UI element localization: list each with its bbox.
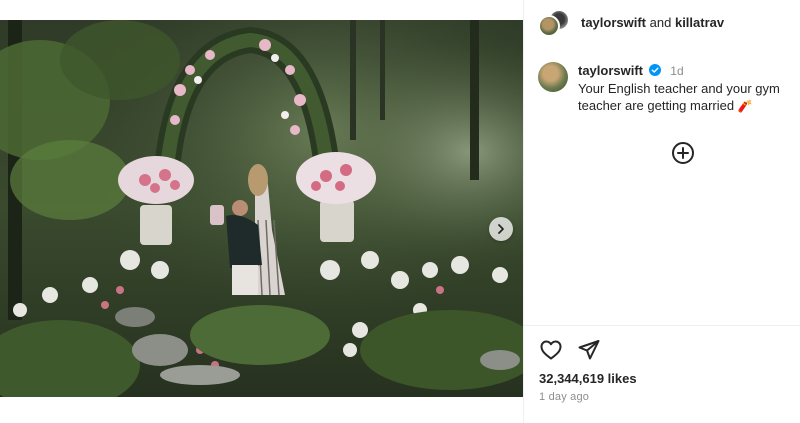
- share-button[interactable]: [576, 337, 602, 363]
- caption-username[interactable]: taylorswift: [578, 63, 643, 78]
- caption-text: Your English teacher and your gym teache…: [578, 80, 793, 115]
- actions-divider: [524, 325, 800, 326]
- like-button[interactable]: [538, 337, 564, 363]
- firecracker-emoji: 🧨: [737, 99, 753, 113]
- caption: taylorswift 1d Your English teacher and …: [538, 62, 793, 115]
- chevron-right-icon: [498, 224, 504, 234]
- collab-avatars[interactable]: [538, 5, 570, 39]
- verified-badge-icon: [648, 64, 661, 76]
- post-header: taylorswift and killatrav: [524, 0, 800, 44]
- caption-avatar[interactable]: [538, 62, 568, 92]
- heart-icon: [540, 340, 562, 360]
- caption-time[interactable]: 1d: [670, 64, 683, 78]
- header-joiner: and: [649, 14, 672, 30]
- next-photo-button[interactable]: [489, 217, 513, 241]
- post-timestamp[interactable]: 1 day ago: [539, 391, 589, 403]
- instagram-post: taylorswift and killatrav taylorswift 1d…: [0, 0, 800, 423]
- collab-usernames: taylorswift and killatrav: [581, 15, 724, 30]
- bottom-blank-strip: [0, 397, 523, 423]
- caption-body: taylorswift 1d Your English teacher and …: [578, 62, 793, 115]
- post-media[interactable]: [0, 20, 523, 397]
- header-username-2[interactable]: killatrav: [675, 15, 724, 30]
- garden-photo: [0, 20, 523, 397]
- likes-count[interactable]: 32,344,619 likes: [539, 371, 637, 386]
- post-side-panel: taylorswift and killatrav taylorswift 1d…: [523, 0, 800, 423]
- action-bar: [538, 336, 614, 364]
- header-username-1[interactable]: taylorswift: [581, 15, 646, 30]
- paper-plane-icon: [578, 340, 600, 360]
- plus-circle-icon[interactable]: [671, 141, 695, 165]
- avatar-taylorswift[interactable]: [538, 15, 560, 37]
